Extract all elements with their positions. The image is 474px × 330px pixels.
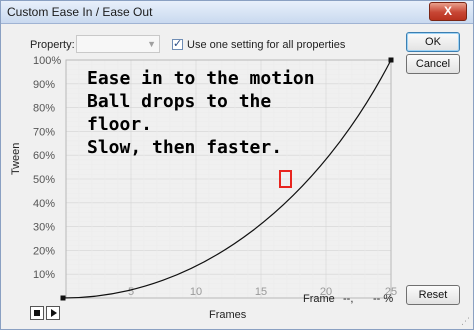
y-tick-label: 100% [33, 56, 61, 67]
y-tick-label: 10% [33, 269, 55, 281]
frame-readout-value: --, [343, 293, 354, 305]
resize-grip-icon[interactable]: ⋰ [461, 316, 470, 327]
overlay-line-4: Slow, then faster. [87, 137, 283, 158]
play-icon [51, 309, 57, 317]
play-button[interactable] [46, 306, 60, 320]
y-tick-label: 70% [33, 126, 55, 138]
use-one-setting-checkbox[interactable]: ✓ [172, 38, 183, 50]
y-tick-label: 90% [33, 79, 55, 91]
y-axis-ticks: 100% 90% 80% 70% 60% 50% 40% 30% 20% 10% [33, 56, 61, 281]
chevron-down-icon: ▼ [147, 39, 156, 49]
title-bar: Custom Ease In / Ease Out X [1, 1, 473, 24]
reset-button[interactable]: Reset [406, 285, 460, 305]
checkmark-icon: ✓ [173, 38, 183, 50]
y-tick-label: 40% [33, 198, 55, 210]
end-handle[interactable] [388, 57, 394, 63]
y-tick-label: 80% [33, 103, 55, 115]
frame-readout-label: Frame [303, 293, 335, 305]
ok-button[interactable]: OK [406, 32, 460, 52]
y-tick-label: 60% [33, 150, 55, 162]
stop-button[interactable] [30, 306, 44, 320]
x-tick-label: 15 [255, 286, 267, 298]
frames-axis-label: Frames [209, 309, 247, 321]
use-one-setting-label: Use one setting for all properties [187, 39, 346, 51]
x-tick-label: 5 [128, 286, 134, 298]
overlay-annotation: Ease in to the motion Ball drops to the … [87, 67, 315, 159]
y-tick-label: 20% [33, 245, 55, 257]
property-dropdown[interactable]: ▼ [76, 35, 160, 53]
close-button[interactable]: X [429, 2, 467, 21]
overlay-line-2: Ball drops to the [87, 91, 272, 112]
cancel-button[interactable]: Cancel [406, 54, 460, 74]
y-tick-label: 50% [33, 174, 55, 186]
custom-ease-dialog: Custom Ease In / Ease Out X Property: ▼ … [0, 0, 474, 330]
start-handle[interactable] [60, 295, 66, 301]
x-axis-ticks: 5 10 15 20 25 [128, 286, 397, 298]
x-tick-label: 10 [190, 286, 202, 298]
window-title: Custom Ease In / Ease Out [7, 5, 153, 19]
percent-readout-value: -- % [373, 293, 394, 305]
y-tick-label: 30% [33, 222, 55, 234]
property-label: Property: [30, 39, 75, 51]
stop-icon [34, 310, 40, 316]
tween-axis-label: Tween [10, 142, 22, 175]
overlay-line-3: floor. [87, 114, 153, 135]
overlay-line-1: Ease in to the motion [87, 68, 315, 89]
